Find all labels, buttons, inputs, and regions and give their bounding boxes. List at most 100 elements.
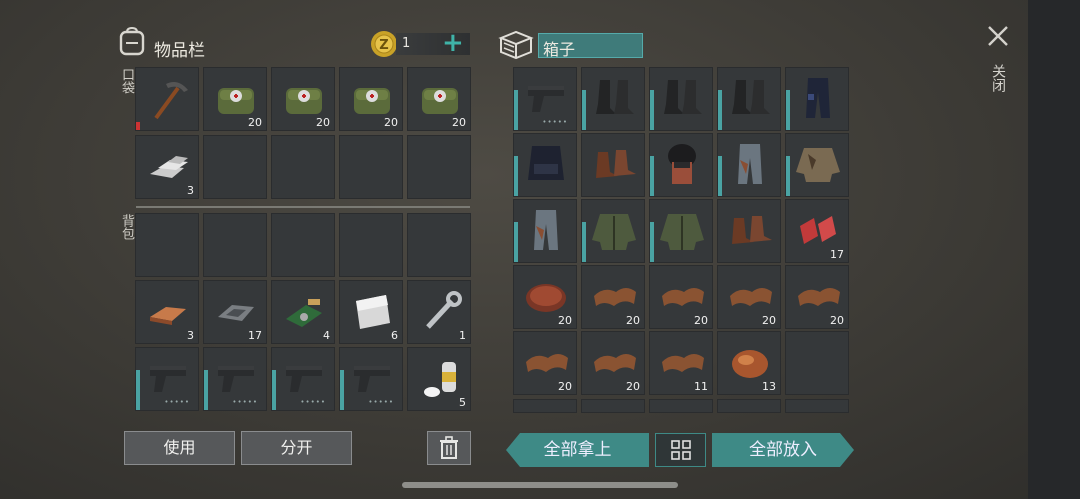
box-slot[interactable] [581, 67, 645, 131]
box-slot[interactable] [581, 133, 645, 197]
item-quantity: 20 [558, 380, 572, 393]
backpack-slot[interactable] [339, 213, 403, 277]
box-slot[interactable]: 13 [717, 331, 781, 395]
box-slot[interactable]: 20 [513, 265, 577, 329]
box-slot[interactable]: 20 [649, 265, 713, 329]
boots-icon [664, 80, 702, 114]
durability-bar [514, 156, 518, 196]
box-slot[interactable]: 20 [581, 265, 645, 329]
durability-bar [204, 370, 208, 410]
add-coins-button[interactable]: + [442, 28, 464, 58]
box-slot[interactable] [717, 67, 781, 131]
pocket-slot[interactable]: 20 [407, 67, 471, 131]
backpack-slot[interactable] [135, 213, 199, 277]
backpack-slot[interactable] [203, 213, 267, 277]
box-slot[interactable]: 20 [581, 331, 645, 395]
box-slot[interactable] [785, 331, 849, 395]
backpack-slot[interactable]: ••••• [271, 347, 335, 411]
camo-jacket-icon [796, 148, 840, 182]
box-slot[interactable]: 20 [717, 265, 781, 329]
box-slot[interactable] [581, 199, 645, 263]
pocket-slot[interactable]: 3 [135, 135, 199, 199]
aluminum-ingot-icon [150, 156, 188, 178]
item-quantity: 5 [459, 396, 466, 409]
leather-icon [798, 288, 840, 306]
box-slot[interactable] [513, 199, 577, 263]
close-icon[interactable] [986, 24, 1010, 48]
pocket-slot[interactable] [339, 135, 403, 199]
box-slot[interactable] [513, 399, 577, 413]
item-quantity: 20 [626, 314, 640, 327]
box-slot[interactable] [649, 133, 713, 197]
backpack-slot[interactable]: ••••• [203, 347, 267, 411]
backpack-slot[interactable]: 3 [135, 280, 199, 344]
green-jacket-icon [660, 214, 704, 250]
box-slot[interactable]: 20 [513, 331, 577, 395]
wrench-icon [426, 291, 462, 329]
backpack-slot[interactable] [407, 213, 471, 277]
box-icon [498, 28, 534, 60]
item-quantity: 20 [452, 116, 466, 129]
backpack-slot[interactable] [271, 213, 335, 277]
durability-bar [272, 370, 276, 410]
green-jacket-icon [592, 214, 636, 250]
close-label[interactable]: 关闭 [988, 64, 1008, 92]
pocket-slot[interactable] [271, 135, 335, 199]
box-slot[interactable] [649, 67, 713, 131]
backpack-slot[interactable]: 1 [407, 280, 471, 344]
pickaxe-icon [154, 82, 188, 120]
item-quantity: 20 [694, 314, 708, 327]
pocket-slot[interactable] [407, 135, 471, 199]
raw-meat-icon [800, 216, 836, 244]
camo-pants-icon [534, 210, 558, 250]
box-slot[interactable]: 17 [785, 199, 849, 263]
use-button[interactable]: 使用 [124, 431, 235, 465]
box-slot[interactable] [649, 399, 713, 413]
split-button[interactable]: 分开 [241, 431, 352, 465]
box-slot[interactable] [717, 133, 781, 197]
backpack-slot[interactable]: ••••• [339, 347, 403, 411]
coin-icon: Z [370, 30, 398, 58]
copper-ingot-icon [150, 307, 186, 325]
medkit-bag-icon [354, 88, 390, 114]
box-slot[interactable]: ••••• [513, 67, 577, 131]
trash-button[interactable] [427, 431, 471, 465]
backpack-slot[interactable]: 4 [271, 280, 335, 344]
pocket-slot[interactable] [203, 135, 267, 199]
item-quantity: 1 [459, 329, 466, 342]
durability-bar [786, 156, 790, 196]
put-all-button[interactable]: 全部放入 [712, 433, 854, 467]
backpack-icon [118, 26, 146, 56]
svg-text:Z: Z [379, 38, 388, 53]
item-quantity: 20 [384, 116, 398, 129]
box-slot[interactable]: 20 [785, 265, 849, 329]
sort-button[interactable] [655, 433, 706, 467]
backpack-slot[interactable]: 17 [203, 280, 267, 344]
box-slot[interactable] [785, 399, 849, 413]
backpack-slot[interactable]: 6 [339, 280, 403, 344]
pocket-slot[interactable] [135, 67, 199, 131]
box-slot[interactable]: 11 [649, 331, 713, 395]
item-quantity: 3 [187, 329, 194, 342]
box-slot[interactable] [785, 133, 849, 197]
pocket-slot[interactable]: 20 [203, 67, 267, 131]
box-slot[interactable] [513, 133, 577, 197]
box-slot[interactable] [581, 399, 645, 413]
trash-icon [440, 436, 458, 459]
item-quantity: 17 [830, 248, 844, 261]
police-vest-icon [528, 146, 564, 180]
backpack-slot[interactable]: 5 [407, 347, 471, 411]
box-slot[interactable] [717, 399, 781, 413]
leather-icon [662, 354, 704, 372]
take-all-button[interactable]: 全部拿上 [506, 433, 649, 467]
backpack-slot[interactable]: ••••• [135, 347, 199, 411]
box-slot[interactable] [649, 199, 713, 263]
item-quantity: 20 [626, 380, 640, 393]
pistol-icon [150, 366, 186, 392]
box-slot[interactable] [785, 67, 849, 131]
pocket-slot[interactable]: 20 [339, 67, 403, 131]
durability-bar [650, 90, 654, 130]
pocket-slot[interactable]: 20 [271, 67, 335, 131]
box-slot[interactable] [717, 199, 781, 263]
coin-count: 1 [402, 36, 411, 51]
